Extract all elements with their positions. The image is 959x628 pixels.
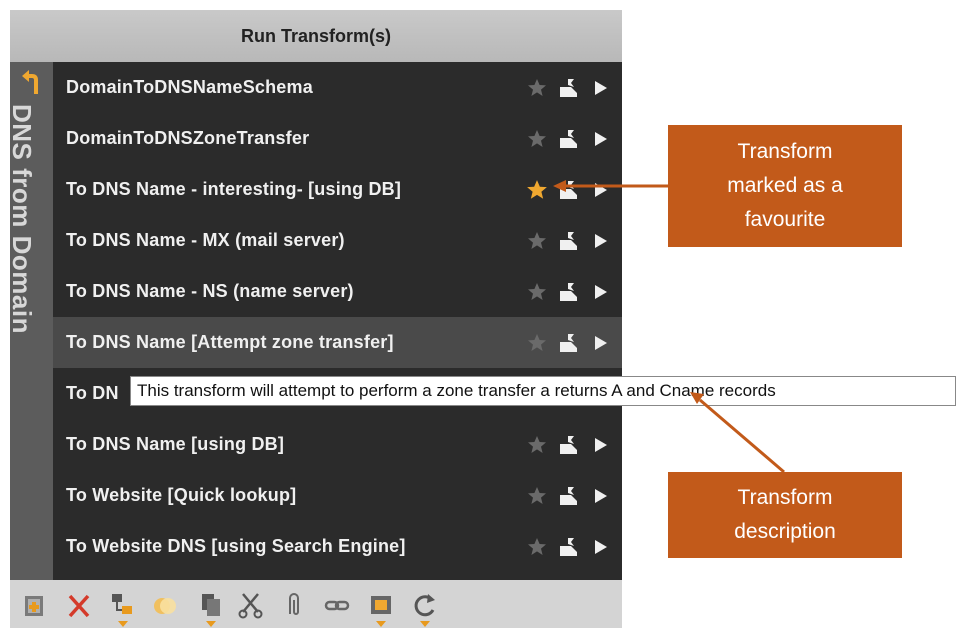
transform-label: DomainToDNSNameSchema [66,77,313,97]
wrench-icon[interactable] [558,434,580,456]
description-callout-text: Transform description [734,486,836,543]
transform-row[interactable]: DomainToDNSNameSchema [53,62,622,113]
cut-icon[interactable] [238,590,264,620]
image-icon[interactable] [368,590,394,627]
panel-title: Run Transform(s) [10,10,622,62]
transform-label: To DNS Name - interesting- [using DB] [66,179,402,199]
back-arrow-icon[interactable] [20,70,42,101]
add-entity-icon[interactable] [22,590,48,620]
transform-label: DomainToDNSZoneTransfer [66,128,310,148]
play-icon[interactable] [590,332,612,354]
transform-label: To DNS Name - MX (mail server) [66,230,345,250]
transform-row[interactable]: To Website [Quick lookup] [53,470,622,521]
play-icon[interactable] [590,77,612,99]
star-icon[interactable] [526,77,548,99]
refresh-icon[interactable] [412,590,438,627]
transform-description-tooltip: This transform will attempt to perform a… [130,376,956,406]
play-icon[interactable] [590,536,612,558]
delete-icon[interactable] [66,590,92,620]
transform-row[interactable]: To DNS Name - MX (mail server) [53,215,622,266]
copy-icon[interactable] [198,590,224,627]
play-icon[interactable] [590,128,612,150]
transform-row[interactable]: To DNS Name [Attempt zone transfer] [53,317,622,368]
link-icon[interactable] [324,590,350,620]
transform-row[interactable]: DomainToDNSZoneTransfer [53,113,622,164]
wrench-icon[interactable] [558,536,580,558]
wrench-icon[interactable] [558,179,580,201]
star-icon[interactable] [526,128,548,150]
play-icon[interactable] [590,179,612,201]
wrench-icon[interactable] [558,230,580,252]
transform-label: To DN [66,383,119,403]
favourite-callout-text: Transform marked as a favourite [727,140,843,231]
transform-label: To DNS Name [Attempt zone transfer] [66,332,394,352]
bottom-toolbar [10,580,622,628]
play-icon[interactable] [590,434,612,456]
star-icon[interactable] [526,536,548,558]
star-icon[interactable] [526,332,548,354]
favourite-callout: Transform marked as a favourite [668,125,902,247]
wrench-icon[interactable] [558,281,580,303]
transform-label: To DNS Name - NS (name server) [66,281,354,301]
transform-row[interactable]: To DNS Name - interesting- [using DB] [53,164,622,215]
star-icon[interactable] [526,485,548,507]
play-icon[interactable] [590,230,612,252]
transform-row[interactable]: To DNS Name [using DB] [53,419,622,470]
transform-row[interactable]: To DNS Name - NS (name server) [53,266,622,317]
merge-icon[interactable] [152,590,178,620]
transform-label: To Website DNS [using Search Engine] [66,536,406,556]
category-strip: DNS from Domain [7,62,53,580]
star-icon[interactable] [526,434,548,456]
wrench-icon[interactable] [558,128,580,150]
category-label: DNS from Domain [7,104,37,334]
hierarchy-icon[interactable] [110,590,136,627]
transform-list: DomainToDNSNameSchema DomainToDNSZoneTra… [53,62,622,580]
transform-label: To Website [Quick lookup] [66,485,297,505]
description-arrow [699,398,785,474]
favourite-star-icon[interactable] [526,179,548,201]
transform-row[interactable]: To Website DNS [using Search Engine] [53,521,622,572]
wrench-icon[interactable] [558,485,580,507]
wrench-icon[interactable] [558,77,580,99]
run-transforms-panel: Run Transform(s) DNS from Domain DomainT… [7,10,622,628]
description-callout: Transform description [668,472,902,558]
star-icon[interactable] [526,230,548,252]
wrench-icon[interactable] [558,332,580,354]
paperclip-icon[interactable] [280,590,306,620]
transform-label: To DNS Name [using DB] [66,434,285,454]
play-icon[interactable] [590,281,612,303]
star-icon[interactable] [526,281,548,303]
play-icon[interactable] [590,485,612,507]
